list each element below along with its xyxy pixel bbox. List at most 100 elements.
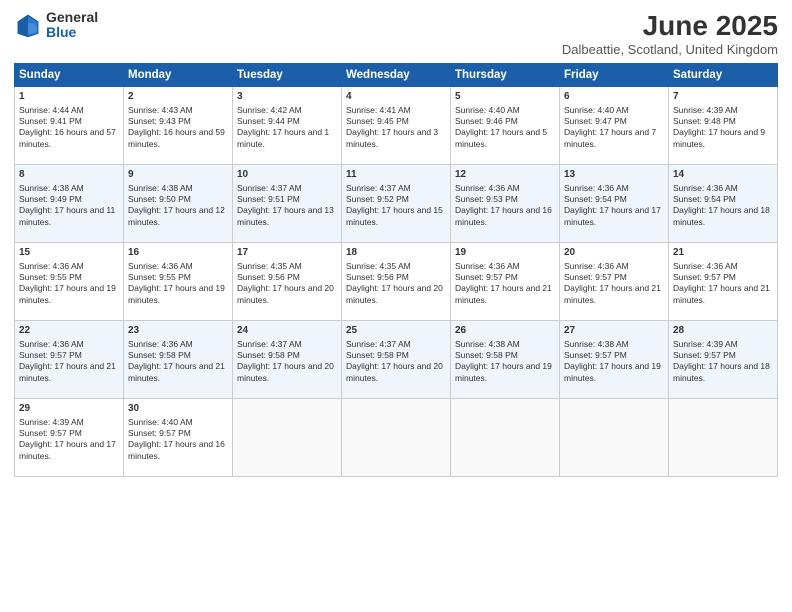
sunset: Sunset: 9:57 PM: [564, 272, 627, 282]
sunrise: Sunrise: 4:37 AM: [237, 339, 302, 349]
daylight: Daylight: 17 hours and 20 minutes.: [237, 283, 334, 304]
sunset: Sunset: 9:55 PM: [19, 272, 82, 282]
sunrise: Sunrise: 4:39 AM: [19, 417, 84, 427]
day-number: 1: [19, 90, 119, 104]
calendar-cell: 13Sunrise: 4:36 AMSunset: 9:54 PMDayligh…: [560, 165, 669, 243]
title-block: June 2025 Dalbeattie, Scotland, United K…: [562, 10, 778, 57]
daylight: Daylight: 17 hours and 5 minutes.: [455, 127, 547, 148]
daylight: Daylight: 17 hours and 19 minutes.: [19, 283, 116, 304]
calendar-cell: 21Sunrise: 4:36 AMSunset: 9:57 PMDayligh…: [669, 243, 778, 321]
sunrise: Sunrise: 4:36 AM: [19, 261, 84, 271]
sunset: Sunset: 9:47 PM: [564, 116, 627, 126]
daylight: Daylight: 17 hours and 21 minutes.: [673, 283, 770, 304]
daylight: Daylight: 16 hours and 59 minutes.: [128, 127, 225, 148]
sunset: Sunset: 9:56 PM: [346, 272, 409, 282]
sunrise: Sunrise: 4:38 AM: [455, 339, 520, 349]
daylight: Daylight: 17 hours and 19 minutes.: [455, 361, 552, 382]
calendar-cell: 3Sunrise: 4:42 AMSunset: 9:44 PMDaylight…: [233, 87, 342, 165]
daylight: Daylight: 17 hours and 3 minutes.: [346, 127, 438, 148]
calendar-cell: [451, 399, 560, 477]
sunset: Sunset: 9:51 PM: [237, 194, 300, 204]
col-monday: Monday: [124, 64, 233, 87]
day-number: 7: [673, 90, 773, 104]
calendar-cell: [233, 399, 342, 477]
col-sunday: Sunday: [15, 64, 124, 87]
daylight: Daylight: 16 hours and 57 minutes.: [19, 127, 116, 148]
daylight: Daylight: 17 hours and 7 minutes.: [564, 127, 656, 148]
sunrise: Sunrise: 4:36 AM: [673, 183, 738, 193]
sunset: Sunset: 9:49 PM: [19, 194, 82, 204]
day-number: 12: [455, 168, 555, 182]
sunrise: Sunrise: 4:36 AM: [564, 261, 629, 271]
calendar-cell: 10Sunrise: 4:37 AMSunset: 9:51 PMDayligh…: [233, 165, 342, 243]
daylight: Daylight: 17 hours and 1 minute.: [237, 127, 329, 148]
calendar-cell: 7Sunrise: 4:39 AMSunset: 9:48 PMDaylight…: [669, 87, 778, 165]
calendar-cell: 25Sunrise: 4:37 AMSunset: 9:58 PMDayligh…: [342, 321, 451, 399]
day-number: 5: [455, 90, 555, 104]
sunrise: Sunrise: 4:36 AM: [564, 183, 629, 193]
month-title: June 2025: [562, 10, 778, 42]
day-number: 8: [19, 168, 119, 182]
calendar-week-0: 1Sunrise: 4:44 AMSunset: 9:41 PMDaylight…: [15, 87, 778, 165]
calendar-cell: [669, 399, 778, 477]
day-number: 9: [128, 168, 228, 182]
daylight: Daylight: 17 hours and 21 minutes.: [564, 283, 661, 304]
calendar-cell: 19Sunrise: 4:36 AMSunset: 9:57 PMDayligh…: [451, 243, 560, 321]
sunrise: Sunrise: 4:36 AM: [673, 261, 738, 271]
sunset: Sunset: 9:57 PM: [19, 350, 82, 360]
day-number: 11: [346, 168, 446, 182]
sunset: Sunset: 9:54 PM: [673, 194, 736, 204]
sunset: Sunset: 9:57 PM: [564, 350, 627, 360]
daylight: Daylight: 17 hours and 13 minutes.: [237, 205, 334, 226]
col-thursday: Thursday: [451, 64, 560, 87]
sunset: Sunset: 9:57 PM: [128, 428, 191, 438]
daylight: Daylight: 17 hours and 19 minutes.: [564, 361, 661, 382]
logo-text: General Blue: [46, 10, 98, 41]
col-saturday: Saturday: [669, 64, 778, 87]
day-number: 22: [19, 324, 119, 338]
calendar-cell: 29Sunrise: 4:39 AMSunset: 9:57 PMDayligh…: [15, 399, 124, 477]
sunrise: Sunrise: 4:37 AM: [346, 183, 411, 193]
sunset: Sunset: 9:43 PM: [128, 116, 191, 126]
sunrise: Sunrise: 4:38 AM: [19, 183, 84, 193]
sunrise: Sunrise: 4:37 AM: [237, 183, 302, 193]
calendar-cell: 14Sunrise: 4:36 AMSunset: 9:54 PMDayligh…: [669, 165, 778, 243]
sunset: Sunset: 9:48 PM: [673, 116, 736, 126]
daylight: Daylight: 17 hours and 19 minutes.: [128, 283, 225, 304]
sunset: Sunset: 9:58 PM: [237, 350, 300, 360]
sunset: Sunset: 9:58 PM: [346, 350, 409, 360]
sunset: Sunset: 9:50 PM: [128, 194, 191, 204]
location: Dalbeattie, Scotland, United Kingdom: [562, 42, 778, 57]
sunset: Sunset: 9:56 PM: [237, 272, 300, 282]
day-number: 4: [346, 90, 446, 104]
daylight: Daylight: 17 hours and 20 minutes.: [346, 361, 443, 382]
day-number: 27: [564, 324, 664, 338]
calendar-week-3: 22Sunrise: 4:36 AMSunset: 9:57 PMDayligh…: [15, 321, 778, 399]
calendar-table: Sunday Monday Tuesday Wednesday Thursday…: [14, 63, 778, 477]
daylight: Daylight: 17 hours and 16 minutes.: [128, 439, 225, 460]
sunset: Sunset: 9:58 PM: [455, 350, 518, 360]
sunset: Sunset: 9:57 PM: [19, 428, 82, 438]
daylight: Daylight: 17 hours and 11 minutes.: [19, 205, 115, 226]
calendar-cell: 28Sunrise: 4:39 AMSunset: 9:57 PMDayligh…: [669, 321, 778, 399]
calendar-cell: [342, 399, 451, 477]
day-number: 25: [346, 324, 446, 338]
calendar-cell: 24Sunrise: 4:37 AMSunset: 9:58 PMDayligh…: [233, 321, 342, 399]
calendar-cell: 11Sunrise: 4:37 AMSunset: 9:52 PMDayligh…: [342, 165, 451, 243]
sunrise: Sunrise: 4:38 AM: [128, 183, 193, 193]
day-number: 24: [237, 324, 337, 338]
day-number: 19: [455, 246, 555, 260]
calendar-cell: 4Sunrise: 4:41 AMSunset: 9:45 PMDaylight…: [342, 87, 451, 165]
sunset: Sunset: 9:57 PM: [673, 350, 736, 360]
daylight: Daylight: 17 hours and 17 minutes.: [564, 205, 661, 226]
sunset: Sunset: 9:55 PM: [128, 272, 191, 282]
day-number: 20: [564, 246, 664, 260]
day-number: 26: [455, 324, 555, 338]
day-number: 6: [564, 90, 664, 104]
day-number: 2: [128, 90, 228, 104]
calendar-cell: 22Sunrise: 4:36 AMSunset: 9:57 PMDayligh…: [15, 321, 124, 399]
calendar-cell: 16Sunrise: 4:36 AMSunset: 9:55 PMDayligh…: [124, 243, 233, 321]
logo-blue-text: Blue: [46, 25, 98, 40]
calendar-cell: 30Sunrise: 4:40 AMSunset: 9:57 PMDayligh…: [124, 399, 233, 477]
sunset: Sunset: 9:57 PM: [673, 272, 736, 282]
